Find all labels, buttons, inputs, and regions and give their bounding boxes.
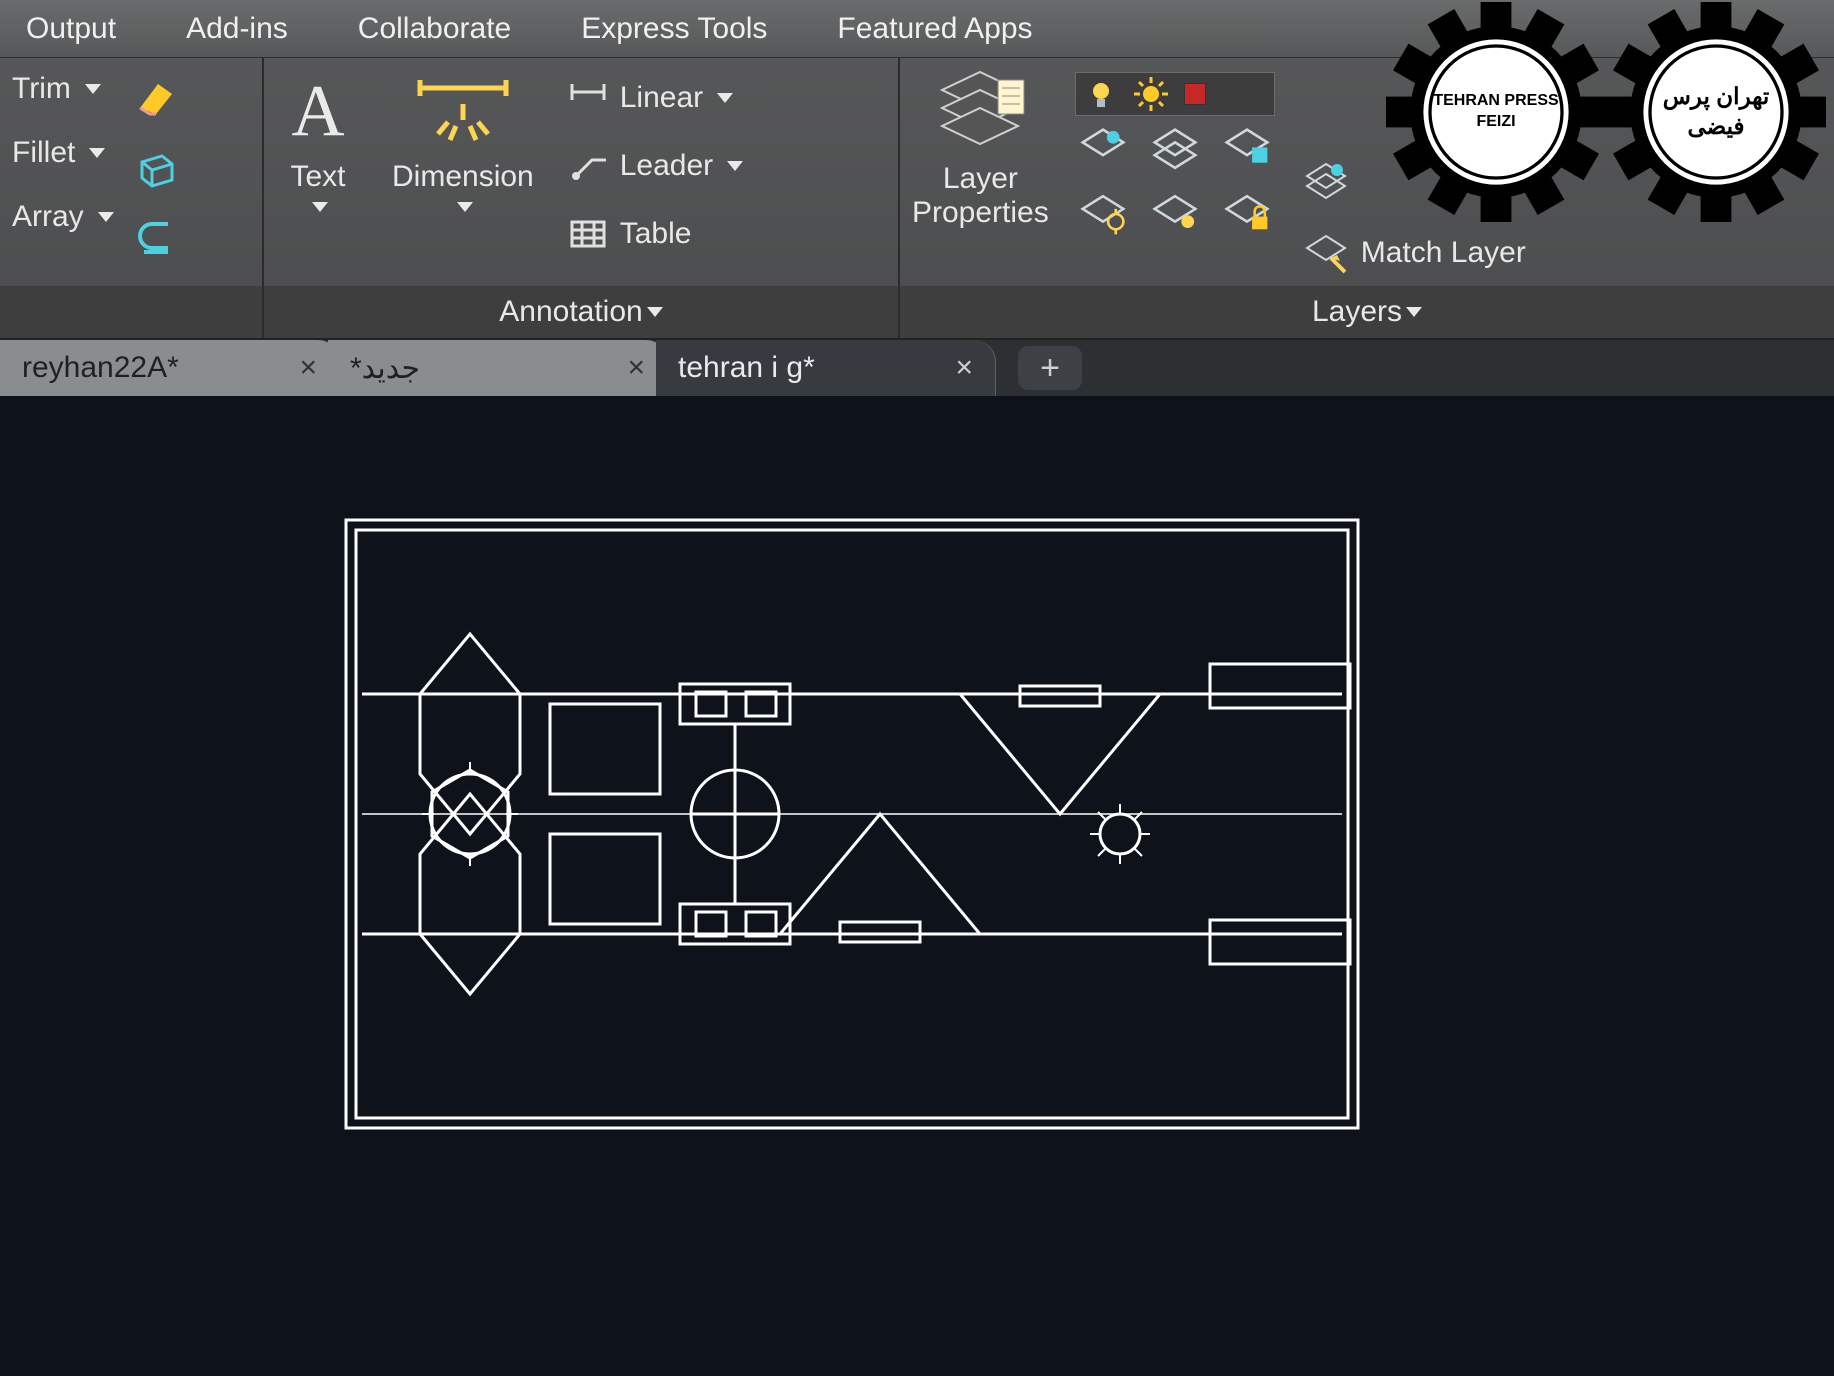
text-tool[interactable]: A Text (276, 66, 360, 212)
close-icon[interactable]: × (299, 351, 317, 385)
logo-fa-line1: تهران پرس (1663, 82, 1770, 112)
layers-title-text: Layers (1312, 295, 1402, 329)
ribbon-tab-expresstools[interactable]: Express Tools (581, 12, 767, 46)
layer-tools-grid (1075, 126, 1275, 238)
dropdown-arrow-icon (457, 202, 473, 212)
layer-properties-label: Layer Properties (912, 162, 1049, 230)
layer-state-dropdown[interactable] (1075, 72, 1275, 116)
array-button[interactable]: Array (12, 200, 114, 234)
dropdown-arrow-icon (647, 307, 663, 317)
logo-en-line1: TEHRAN PRESS (1433, 91, 1558, 112)
dropdown-arrow-icon (85, 84, 101, 94)
linear-dimension-button[interactable]: Linear (566, 76, 743, 120)
linear-dimension-icon (566, 76, 610, 120)
match-layer-button[interactable]: Match Layer (1301, 228, 1526, 278)
logo-fa-line2: فیضی (1687, 112, 1744, 142)
fillet-label: Fillet (12, 136, 75, 170)
layer-thaw-icon[interactable] (1075, 190, 1131, 238)
annotation-title-text: Annotation (499, 295, 642, 329)
dropdown-arrow-icon (717, 93, 733, 103)
drawing-canvas[interactable]: Tehran Press Feizi (0, 396, 1834, 1376)
panel-annotation-title[interactable]: Annotation (264, 286, 900, 338)
erase-icon[interactable] (134, 74, 178, 118)
panel-modify-title[interactable] (0, 286, 264, 338)
dropdown-arrow-icon (312, 202, 328, 212)
match-layer-icon (1301, 228, 1351, 278)
panel-annotation: A Text (264, 58, 900, 286)
fillet-button[interactable]: Fillet (12, 136, 114, 170)
dropdown-arrow-icon (727, 161, 743, 171)
table-button[interactable]: Table (566, 212, 743, 256)
layer-freeze-icon[interactable] (1147, 126, 1203, 174)
doc-tab-0[interactable]: reyhan22A* × (0, 340, 340, 396)
doc-tab-2-label: tehran i g* (678, 351, 815, 385)
layer-on-icon[interactable] (1147, 190, 1203, 238)
layer-off-icon[interactable] (1075, 126, 1131, 174)
table-icon (566, 212, 610, 256)
doc-tab-1[interactable]: جدید* × (328, 340, 668, 396)
dimension-tool[interactable]: Dimension (392, 66, 534, 212)
text-label: Text (290, 160, 345, 194)
table-label: Table (620, 217, 692, 251)
layer-isolate-icon[interactable] (1219, 126, 1275, 174)
ribbon: Trim Fillet Array (0, 58, 1834, 340)
logo-en-line2: FEIZI (1476, 112, 1515, 133)
dimension-icon (408, 70, 518, 154)
subset-icon[interactable] (134, 214, 178, 258)
close-icon[interactable]: × (627, 351, 645, 385)
ribbon-tab-featuredapps[interactable]: Featured Apps (837, 12, 1032, 46)
trim-button[interactable]: Trim (12, 72, 114, 106)
text-icon: A (276, 70, 360, 154)
panel-modify: Trim Fillet Array (0, 58, 264, 286)
brand-gear-english: TEHRAN PRESS FEIZI (1386, 2, 1606, 222)
panel-layers-title[interactable]: Layers (900, 286, 1834, 338)
ribbon-tab-collaborate[interactable]: Collaborate (358, 12, 511, 46)
match-layer-label: Match Layer (1361, 236, 1526, 270)
dimension-label: Dimension (392, 160, 534, 194)
doc-tab-1-label: جدید* (350, 351, 420, 386)
close-icon[interactable]: × (955, 351, 973, 385)
svg-text:A: A (291, 70, 344, 151)
layer-make-current-icon[interactable] (1301, 156, 1351, 206)
linear-label: Linear (620, 81, 703, 115)
box-icon[interactable] (134, 144, 178, 188)
layers-icon (932, 66, 1028, 156)
dropdown-arrow-icon (98, 212, 114, 222)
trim-label: Trim (12, 72, 71, 106)
sun-icon (1132, 75, 1170, 113)
leader-icon (566, 144, 610, 188)
doc-tab-2[interactable]: tehran i g* × (656, 340, 996, 396)
document-tabs: reyhan22A* × جدید* × tehran i g* × + (0, 340, 1834, 396)
ribbon-tab-output[interactable]: Output (26, 12, 116, 46)
ribbon-tab-addins[interactable]: Add-ins (186, 12, 288, 46)
doc-tab-0-label: reyhan22A* (22, 351, 179, 385)
brand-logos: TEHRAN PRESS FEIZI تهران پرس فیضی (1386, 2, 1826, 222)
dropdown-arrow-icon (89, 148, 105, 158)
add-tab-button[interactable]: + (1018, 346, 1082, 390)
array-label: Array (12, 200, 84, 234)
dropdown-arrow-icon (1406, 307, 1422, 317)
brand-gear-farsi: تهران پرس فیضی (1606, 2, 1826, 222)
leader-label: Leader (620, 149, 713, 183)
cad-drawing (340, 514, 1364, 1134)
layer-color-swatch (1184, 83, 1206, 105)
layer-lock-icon[interactable] (1219, 190, 1275, 238)
leader-button[interactable]: Leader (566, 144, 743, 188)
lightbulb-on-icon (1084, 77, 1118, 111)
ribbon-panel-labels: Annotation Layers (0, 286, 1834, 338)
layer-properties-button[interactable]: Layer Properties (912, 66, 1049, 230)
